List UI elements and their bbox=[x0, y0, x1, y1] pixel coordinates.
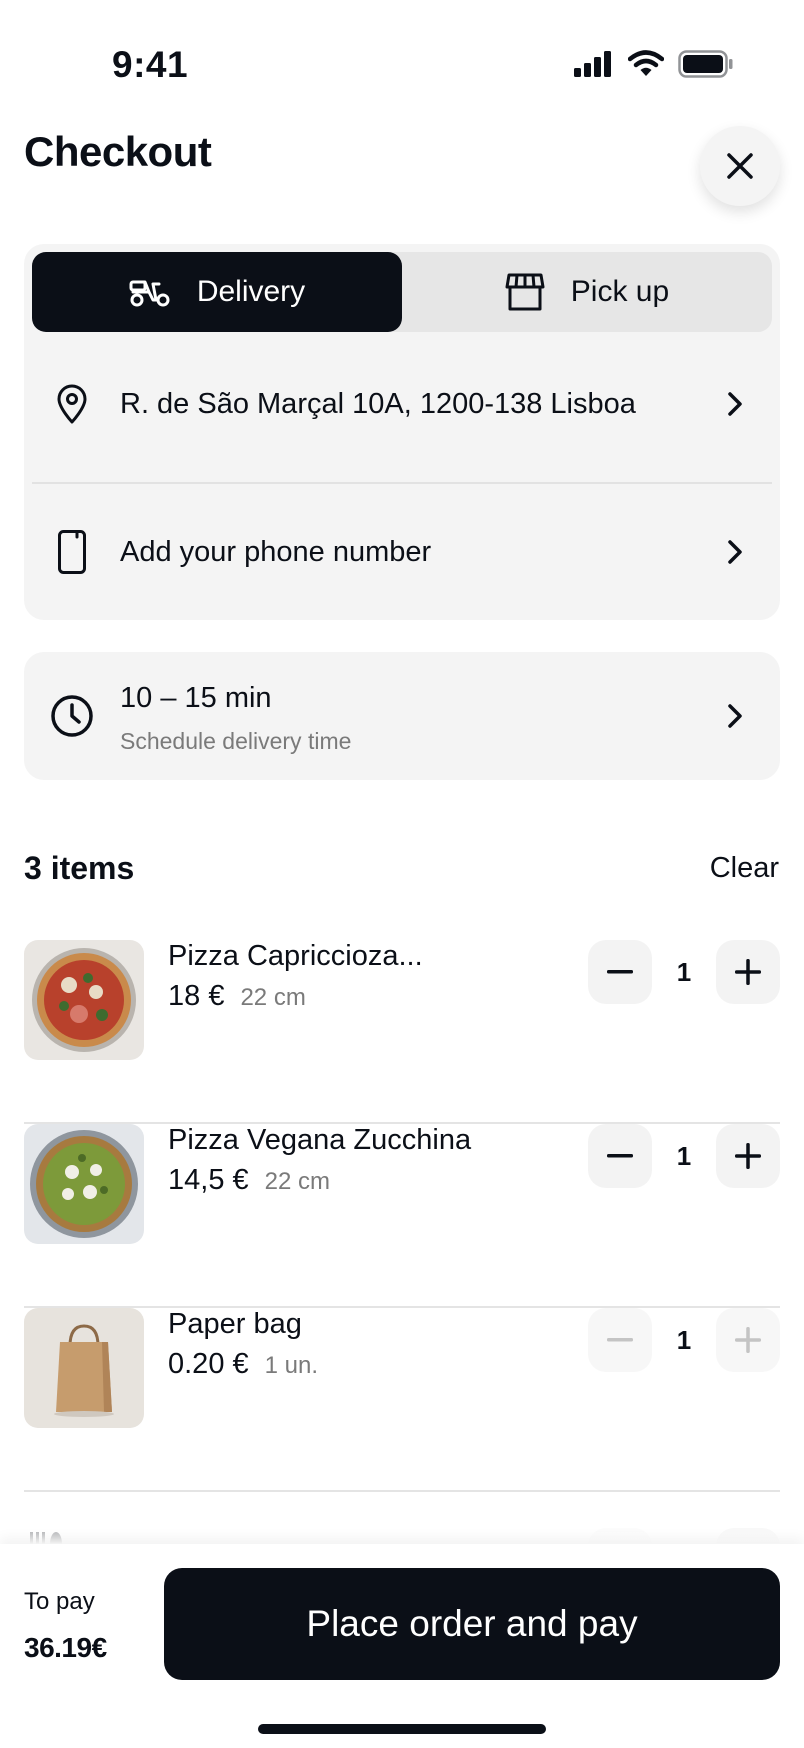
battery-icon bbox=[678, 50, 733, 78]
phone-text: Add your phone number bbox=[120, 535, 432, 568]
clock-icon bbox=[48, 692, 96, 740]
minus-icon bbox=[607, 1338, 633, 1342]
plus-icon bbox=[735, 1143, 761, 1169]
item-image-pizza-vegana-zucchina bbox=[24, 1124, 144, 1244]
chevron-right-icon bbox=[720, 537, 750, 567]
decrease-quantity-button[interactable] bbox=[588, 1308, 652, 1372]
decrease-quantity-button[interactable] bbox=[588, 940, 652, 1004]
divider bbox=[24, 1490, 780, 1492]
cart-item: Pizza Vegana Zucchina 14,5 € 22 cm 1 bbox=[24, 1124, 780, 1308]
schedule-delivery-label: Schedule delivery time bbox=[120, 728, 352, 754]
increase-quantity-button[interactable] bbox=[716, 1308, 780, 1372]
item-price: 0.20 € bbox=[168, 1348, 249, 1380]
place-order-button[interactable]: Place order and pay bbox=[164, 1568, 780, 1680]
item-size: 22 cm bbox=[240, 984, 306, 1011]
scooter-icon bbox=[129, 280, 170, 307]
home-indicator bbox=[258, 1724, 546, 1734]
delivery-mode-toggle: Delivery Pick up bbox=[32, 252, 772, 332]
quantity-stepper: 1 bbox=[588, 1308, 780, 1372]
address-text: R. de São Marçal 10A, 1200-138 Lisboa bbox=[120, 387, 636, 420]
minus-icon bbox=[607, 1154, 633, 1158]
delivery-details-card: Delivery Pick up R. de São Marçal 10A, 1… bbox=[24, 244, 780, 620]
cart-item: Pizza Capriccioza... 18 € 22 cm 1 bbox=[24, 940, 780, 1124]
location-pin-icon bbox=[48, 380, 96, 428]
address-row[interactable]: R. de São Marçal 10A, 1200-138 Lisboa bbox=[24, 332, 780, 476]
chevron-right-icon bbox=[720, 389, 750, 419]
quantity-stepper: 1 bbox=[588, 940, 780, 1004]
plus-icon bbox=[735, 959, 761, 985]
item-price-row: 18 € 22 cm bbox=[168, 980, 306, 1013]
close-icon bbox=[727, 153, 753, 179]
item-name: Paper bag bbox=[168, 1308, 302, 1340]
tab-delivery[interactable]: Delivery bbox=[32, 252, 402, 332]
status-bar: 9:41 bbox=[0, 0, 804, 120]
quantity-value: 1 bbox=[676, 1141, 692, 1171]
tab-pick-up-label: Pick up bbox=[570, 275, 670, 308]
phone-icon bbox=[48, 528, 96, 576]
scroll-fade bbox=[0, 1500, 804, 1544]
checkout-footer: To pay 36.19€ Place order and pay bbox=[0, 1544, 804, 1748]
cart-item: Paper bag 0.20 € 1 un. 1 bbox=[24, 1308, 780, 1492]
close-button[interactable] bbox=[700, 126, 780, 206]
delivery-time-card[interactable]: 10 – 15 min Schedule delivery time bbox=[24, 652, 780, 780]
item-price-row: 14,5 € 22 cm bbox=[168, 1164, 330, 1197]
item-image-pizza-capricciosa bbox=[24, 940, 144, 1060]
minus-icon bbox=[607, 970, 633, 974]
cellular-signal-icon bbox=[574, 51, 611, 77]
item-price: 14,5 € bbox=[168, 1164, 249, 1196]
items-count-heading: 3 items bbox=[24, 850, 135, 886]
item-image-paper-bag bbox=[24, 1308, 144, 1428]
quantity-value: 1 bbox=[676, 1325, 692, 1355]
delivery-eta: 10 – 15 min bbox=[120, 682, 272, 714]
wifi-icon bbox=[628, 50, 664, 76]
quantity-stepper: 1 bbox=[588, 1124, 780, 1188]
item-name: Pizza Vegana Zucchina bbox=[168, 1124, 472, 1156]
plus-icon bbox=[735, 1327, 761, 1353]
to-pay-amount: 36.19€ bbox=[24, 1632, 107, 1663]
chevron-right-icon bbox=[720, 701, 750, 731]
item-name: Pizza Capriccioza... bbox=[168, 940, 423, 972]
tab-pick-up[interactable]: Pick up bbox=[402, 252, 772, 332]
item-size: 1 un. bbox=[264, 1352, 319, 1379]
clear-cart-button[interactable]: Clear bbox=[710, 852, 779, 885]
phone-row[interactable]: Add your phone number bbox=[24, 484, 780, 620]
status-time: 9:41 bbox=[112, 44, 189, 85]
item-size: 22 cm bbox=[264, 1168, 330, 1195]
storefront-icon bbox=[505, 273, 545, 311]
item-price: 18 € bbox=[168, 980, 225, 1012]
page-title: Checkout bbox=[24, 128, 212, 175]
increase-quantity-button[interactable] bbox=[716, 1124, 780, 1188]
quantity-value: 1 bbox=[676, 957, 692, 987]
tab-delivery-label: Delivery bbox=[196, 275, 306, 308]
increase-quantity-button[interactable] bbox=[716, 940, 780, 1004]
status-icons bbox=[574, 50, 734, 78]
to-pay-label: To pay bbox=[24, 1588, 95, 1615]
item-price-row: 0.20 € 1 un. bbox=[168, 1348, 318, 1381]
decrease-quantity-button[interactable] bbox=[588, 1124, 652, 1188]
